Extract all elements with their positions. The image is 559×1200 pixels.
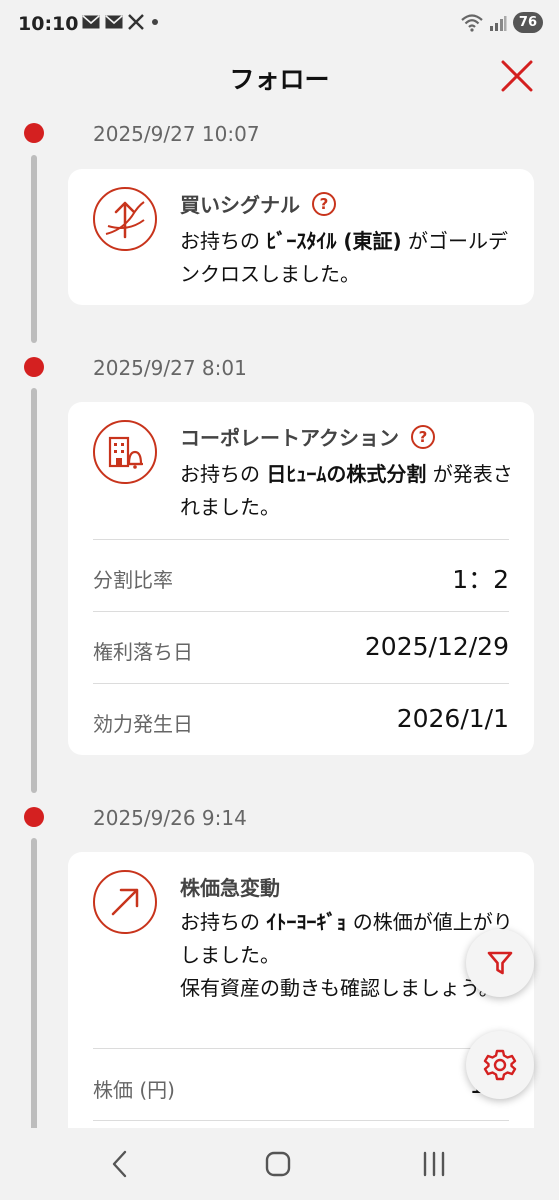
divider [93, 1048, 509, 1049]
row-value: 2025/12/29 [364, 632, 509, 661]
mail-icon [82, 15, 100, 29]
card-type-text: コーポレートアクション [180, 426, 399, 450]
stock-name: ﾋﾞｰｽﾀｲﾙ (東証) [266, 229, 402, 253]
notification-card-buy-signal[interactable]: 買いシグナル ? お持ちの ﾋﾞｰｽﾀｲﾙ (東証) がゴールデンクロスしました… [68, 169, 534, 305]
row-label: 効力発生日 [93, 712, 193, 736]
divider [93, 683, 509, 684]
card-message: お持ちの ﾋﾞｰｽﾀｲﾙ (東証) がゴールデンクロスしました。 [180, 225, 515, 291]
notification-icons [82, 14, 161, 30]
help-icon[interactable]: ? [312, 191, 336, 216]
recents-icon [423, 1151, 445, 1177]
battery-indicator: 76 [512, 12, 543, 33]
timeline-dot [24, 357, 44, 377]
settings-button[interactable] [466, 1031, 534, 1099]
home-icon [265, 1151, 291, 1177]
mail-icon [105, 15, 123, 29]
card-type-label: コーポレートアクション ? [180, 422, 435, 451]
status-time: 10:10 [18, 13, 79, 35]
status-bar: 10:10 76 [0, 0, 559, 50]
nav-home-button[interactable] [258, 1146, 298, 1182]
close-button[interactable] [497, 56, 537, 96]
timeline-date: 2025/9/27 10:07 [93, 122, 260, 146]
message-prefix: お持ちの [180, 910, 267, 934]
divider [93, 611, 509, 612]
message-line2: 保有資産の動きも確認しましょう。 [180, 976, 499, 1000]
message-prefix: お持ちの [180, 229, 267, 253]
timeline-dot [24, 807, 44, 827]
card-type-text: 株価急変動 [180, 876, 280, 900]
system-status-icons: 76 [461, 12, 543, 33]
system-nav-bar [0, 1128, 559, 1200]
nav-recents-button[interactable] [414, 1146, 454, 1182]
card-type-label: 株価急変動 [180, 872, 280, 901]
stock-name: ｲﾄｰﾖｰｷﾞｮ [266, 910, 347, 934]
timeline-line [31, 838, 37, 1128]
timeline-line [31, 155, 37, 343]
divider [93, 539, 509, 540]
signal-icon [489, 15, 507, 31]
gear-icon [483, 1049, 517, 1081]
header: フォロー [0, 50, 559, 100]
dot-icon [152, 19, 158, 25]
arrow-up-right-icon [93, 870, 157, 934]
message-prefix: お持ちの [180, 462, 267, 486]
close-icon [501, 60, 533, 92]
row-label: 権利落ち日 [93, 640, 193, 664]
timeline-line [31, 388, 37, 793]
card-message: お持ちの 日ﾋｭｰﾑの株式分割 が発表されました。 [180, 458, 515, 524]
x-logo-icon [128, 14, 144, 30]
notification-card-corporate-action[interactable]: コーポレートアクション ? お持ちの 日ﾋｭｰﾑの株式分割 が発表されました。 … [68, 402, 534, 755]
row-label: 株価 (円) [93, 1078, 175, 1102]
row-value: 1：2 [452, 565, 509, 594]
card-message: お持ちの ｲﾄｰﾖｰｷﾞｮ の株価が値上がりしました。 保有資産の動きも確認しまし… [180, 906, 515, 1005]
timeline-date: 2025/9/26 9:14 [93, 806, 247, 830]
row-value: 2026/1/1 [396, 704, 509, 733]
filter-button[interactable] [466, 929, 534, 997]
card-type-label: 買いシグナル ? [180, 189, 336, 218]
back-icon [112, 1150, 127, 1178]
timeline-dot [24, 123, 44, 143]
row-label: 分割比率 [93, 568, 173, 592]
page-title: フォロー [229, 65, 330, 94]
wifi-icon [461, 13, 483, 32]
nav-back-button[interactable] [100, 1146, 140, 1182]
stock-name: 日ﾋｭｰﾑの株式分割 [266, 462, 427, 486]
help-icon[interactable]: ? [411, 424, 435, 449]
card-type-text: 買いシグナル [180, 193, 300, 217]
filter-icon [487, 951, 513, 975]
notification-card-price-change[interactable]: 株価急変動 お持ちの ｲﾄｰﾖｰｷﾞｮ の株価が値上がりしました。 保有資産の動き… [68, 852, 534, 1128]
building-bell-icon [93, 420, 157, 484]
divider [93, 1120, 509, 1121]
golden-cross-icon [93, 187, 157, 251]
timeline-date: 2025/9/27 8:01 [93, 356, 247, 380]
